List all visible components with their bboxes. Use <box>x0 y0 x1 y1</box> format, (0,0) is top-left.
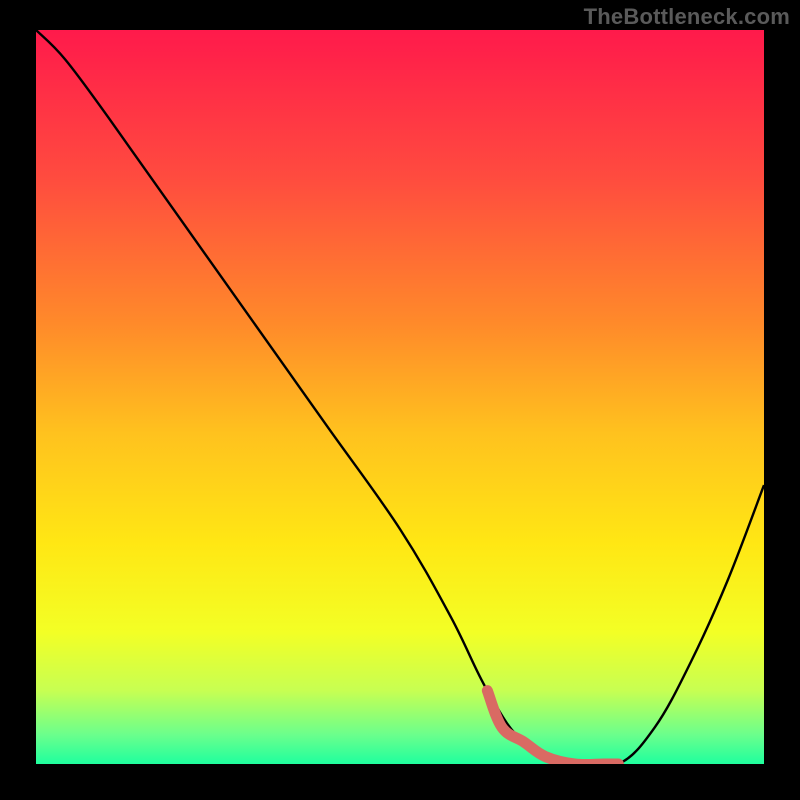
bottleneck-chart <box>0 0 800 800</box>
plot-background-gradient <box>36 30 764 764</box>
watermark-text: TheBottleneck.com <box>584 4 790 30</box>
chart-stage: TheBottleneck.com <box>0 0 800 800</box>
